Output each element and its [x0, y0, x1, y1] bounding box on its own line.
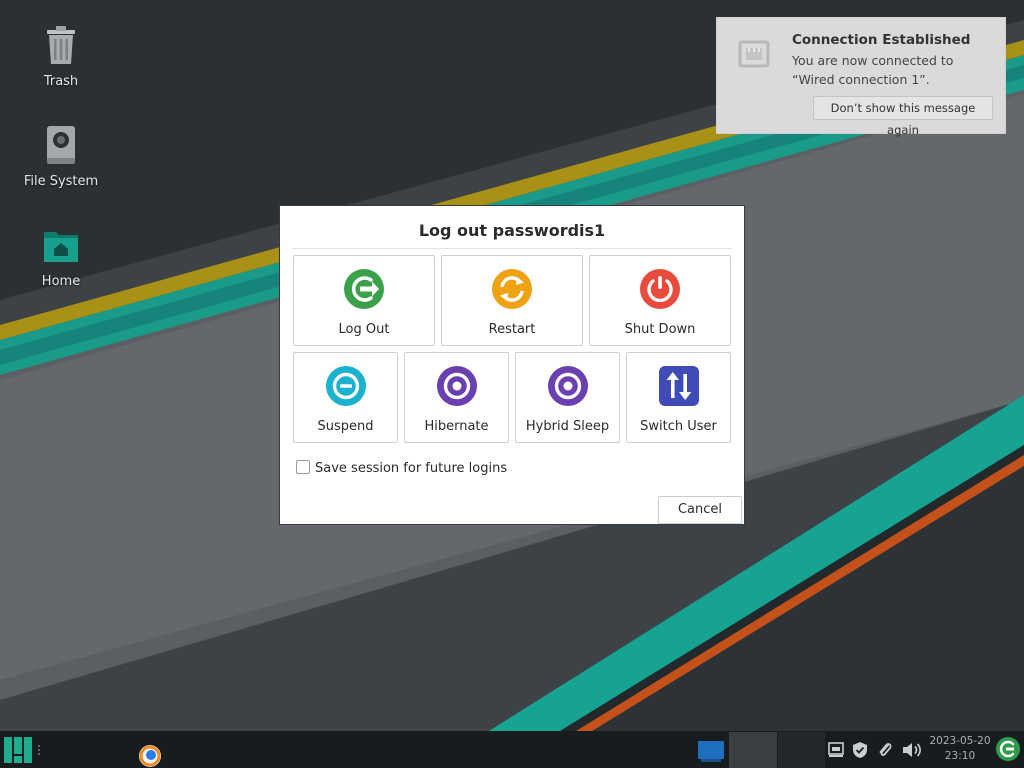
- shutdown-button[interactable]: Shut Down: [589, 255, 731, 346]
- paperclip-icon[interactable]: [877, 741, 893, 759]
- manjaro-menu-icon[interactable]: [4, 737, 32, 763]
- restart-icon: [492, 269, 532, 309]
- logout-button[interactable]: Log Out: [293, 255, 435, 346]
- power-icon: [640, 269, 680, 309]
- notification-popup[interactable]: Connection Established You are now conne…: [716, 17, 1006, 137]
- notification-body: You are now connected to “Wired connecti…: [792, 53, 954, 87]
- clock-date: 2023-05-20: [929, 735, 991, 747]
- desktop-icon-label: File System: [23, 174, 99, 189]
- clock-time: 23:10: [944, 750, 976, 762]
- panel-handle-icon[interactable]: [36, 743, 42, 757]
- workspace-2[interactable]: [778, 732, 825, 768]
- hybrid-sleep-button[interactable]: Hybrid Sleep: [515, 352, 620, 443]
- show-desktop-icon[interactable]: [698, 741, 724, 763]
- cancel-button[interactable]: Cancel: [658, 496, 742, 524]
- dialog-title: Log out passwordis1: [418, 221, 606, 240]
- dont-show-again-button[interactable]: Don’t show this message again: [813, 96, 993, 137]
- shield-icon[interactable]: [852, 741, 868, 759]
- desktop-icon-label: Trash: [43, 74, 79, 89]
- workspace-1[interactable]: [729, 732, 777, 768]
- action-label: Hybrid Sleep: [525, 419, 610, 434]
- action-label: Switch User: [640, 419, 717, 434]
- suspend-button[interactable]: Suspend: [293, 352, 398, 443]
- action-label: Log Out: [338, 322, 390, 337]
- taskbar: 2023-05-20 23:10: [0, 731, 1024, 768]
- clock[interactable]: 2023-05-20 23:10: [926, 734, 994, 764]
- switch-user-button[interactable]: Switch User: [626, 352, 731, 443]
- notification-title: Connection Established: [792, 32, 971, 48]
- desktop-icon-file-system[interactable]: File System: [11, 124, 111, 189]
- dialog-separator: [292, 248, 732, 249]
- desktop-icon-home[interactable]: Home: [11, 224, 111, 289]
- logout-icon: [344, 269, 384, 309]
- hybrid-sleep-icon: [547, 366, 588, 406]
- restart-button[interactable]: Restart: [441, 255, 583, 346]
- action-label: Hibernate: [424, 419, 489, 434]
- network-wired-icon: [738, 40, 770, 68]
- hibernate-button[interactable]: Hibernate: [404, 352, 509, 443]
- action-label: Restart: [488, 322, 536, 337]
- save-session-label: Save session for future logins: [315, 461, 508, 476]
- volume-icon[interactable]: [901, 740, 923, 760]
- desktop-icon-label: Home: [41, 274, 81, 289]
- suspend-icon: [325, 366, 366, 406]
- drive-icon: [47, 126, 75, 164]
- folder-home-icon: [44, 232, 78, 262]
- save-session-row: Save session for future logins: [296, 460, 507, 476]
- hibernate-icon: [436, 366, 477, 406]
- trash-icon: [47, 26, 75, 64]
- save-session-checkbox[interactable]: [296, 460, 310, 474]
- logout-dialog: Log out passwordis1 Log Out Restart Shut…: [279, 205, 745, 525]
- action-label: Shut Down: [624, 322, 696, 337]
- update-icon[interactable]: [995, 736, 1021, 762]
- desktop-icon-trash[interactable]: Trash: [11, 24, 111, 89]
- firefox-icon[interactable]: [138, 744, 162, 768]
- action-label: Suspend: [317, 419, 374, 434]
- network-wired-icon[interactable]: [828, 742, 844, 758]
- switch-user-icon: [658, 366, 699, 406]
